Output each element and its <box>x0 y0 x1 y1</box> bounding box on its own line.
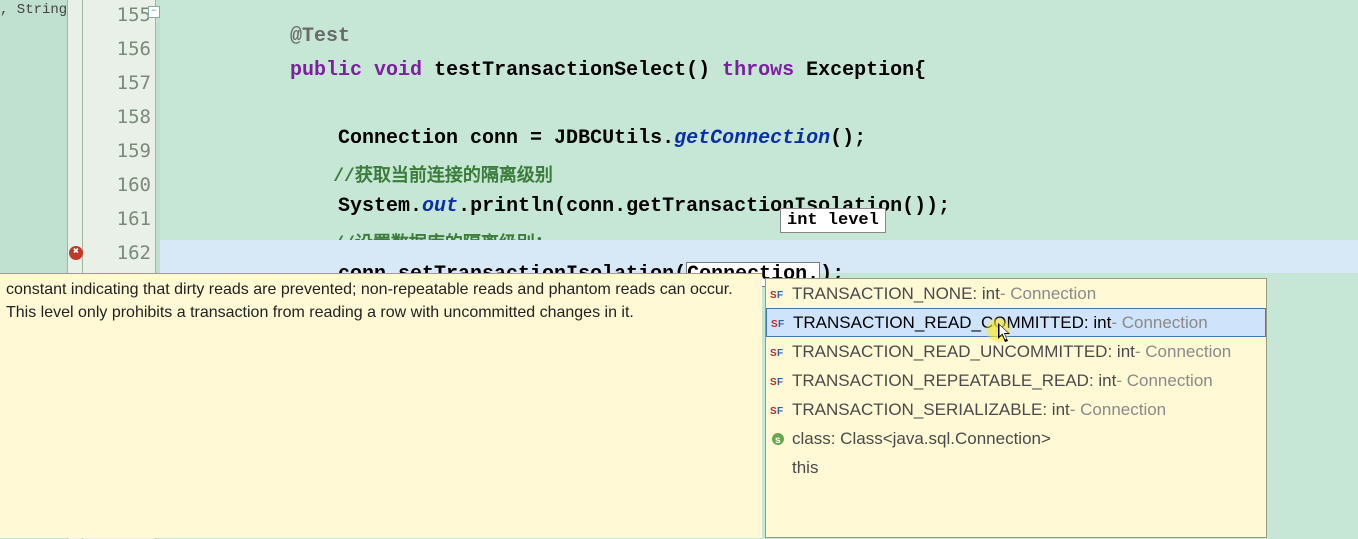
parameter-hint: int level <box>780 208 886 233</box>
static-field-icon: SF <box>770 402 786 418</box>
ac-item-type: : int <box>1107 342 1134 362</box>
class-icon: s <box>770 431 786 447</box>
error-icon[interactable]: ✖ <box>69 246 83 260</box>
line-number: 162 <box>117 242 151 264</box>
line-number: 157 <box>117 72 151 94</box>
svg-text:F: F <box>777 348 783 359</box>
code-line[interactable]: //设置数据库的隔离级别： <box>160 206 1358 239</box>
autocomplete-item[interactable]: this <box>766 453 1266 482</box>
outline-fragment: , String <box>0 2 67 18</box>
code-line[interactable]: @Test <box>160 2 1358 35</box>
ac-item-name: TRANSACTION_READ_UNCOMMITTED <box>792 342 1107 362</box>
autocomplete-item[interactable]: SF TRANSACTION_NONE : int - Connection <box>766 279 1266 308</box>
svg-text:F: F <box>777 406 783 417</box>
ac-item-from: - Connection <box>1070 400 1166 420</box>
static-field-icon: SF <box>770 344 786 360</box>
autocomplete-item[interactable]: s class : Class<java.sql.Connection> <box>766 424 1266 453</box>
code-line[interactable]: public void testTransactionSelect() thro… <box>160 36 1358 69</box>
autocomplete-item-selected[interactable]: SF TRANSACTION_READ_COMMITTED : int - Co… <box>766 308 1266 337</box>
ac-item-from: - Connection <box>1116 371 1212 391</box>
code-line-current[interactable]: conn.setTransactionIsolation(Connection.… <box>160 240 1358 273</box>
ac-item-type: : int <box>1089 371 1116 391</box>
ide-root: , String 155 156 157 158 159 160 161 162… <box>0 0 1358 539</box>
svg-text:F: F <box>778 319 784 330</box>
svg-text:F: F <box>777 290 783 301</box>
code-line[interactable]: System.out.println(conn.getTransactionIs… <box>160 172 1358 205</box>
javadoc-popup[interactable]: constant indicating that dirty reads are… <box>0 273 762 538</box>
autocomplete-popup[interactable]: SF TRANSACTION_NONE : int - Connection S… <box>765 278 1267 538</box>
svg-text:s: s <box>775 435 781 446</box>
line-number: 160 <box>117 174 151 196</box>
fold-toggle-icon[interactable]: − <box>148 6 160 18</box>
ac-item-type: : Class<java.sql.Connection> <box>831 429 1051 449</box>
ac-item-from: - Connection <box>1000 284 1096 304</box>
code-line[interactable]: Connection conn = JDBCUtils.getConnectio… <box>160 104 1358 137</box>
ac-item-name: TRANSACTION_NONE <box>792 284 972 304</box>
code-line[interactable]: //获取当前连接的隔离级别 <box>160 138 1358 171</box>
javadoc-text: constant indicating that dirty reads are… <box>6 281 733 321</box>
svg-text:S: S <box>770 290 777 301</box>
line-number: 155 <box>117 4 151 26</box>
ac-item-type: : int <box>1084 313 1111 333</box>
line-number: 156 <box>117 38 151 60</box>
parameter-hint-text: int level <box>787 211 879 230</box>
ac-item-from: - Connection <box>1111 313 1207 333</box>
svg-text:S: S <box>770 348 777 359</box>
ac-item-name: this <box>792 458 818 478</box>
svg-text:S: S <box>771 319 778 330</box>
autocomplete-item[interactable]: SF TRANSACTION_READ_UNCOMMITTED : int - … <box>766 337 1266 366</box>
autocomplete-item[interactable]: SF TRANSACTION_SERIALIZABLE : int - Conn… <box>766 395 1266 424</box>
ac-item-name: TRANSACTION_SERIALIZABLE <box>792 400 1042 420</box>
ac-item-type: : int <box>972 284 999 304</box>
static-field-icon: SF <box>770 373 786 389</box>
line-number: 159 <box>117 140 151 162</box>
ac-item-from: - Connection <box>1135 342 1231 362</box>
ac-item-type: : int <box>1042 400 1069 420</box>
ac-item-name: TRANSACTION_REPEATABLE_READ <box>792 371 1089 391</box>
svg-text:S: S <box>770 406 777 417</box>
code-line[interactable] <box>160 70 1358 103</box>
static-field-icon: SF <box>771 315 787 331</box>
svg-text:F: F <box>777 377 783 388</box>
ac-item-name: TRANSACTION_READ_COMMITTED <box>793 313 1084 333</box>
static-field-icon: SF <box>770 286 786 302</box>
blank-icon <box>770 460 786 476</box>
ac-item-name: class <box>792 429 831 449</box>
line-number: 161 <box>117 208 151 230</box>
svg-text:S: S <box>770 377 777 388</box>
line-number: 158 <box>117 106 151 128</box>
autocomplete-item[interactable]: SF TRANSACTION_REPEATABLE_READ : int - C… <box>766 366 1266 395</box>
